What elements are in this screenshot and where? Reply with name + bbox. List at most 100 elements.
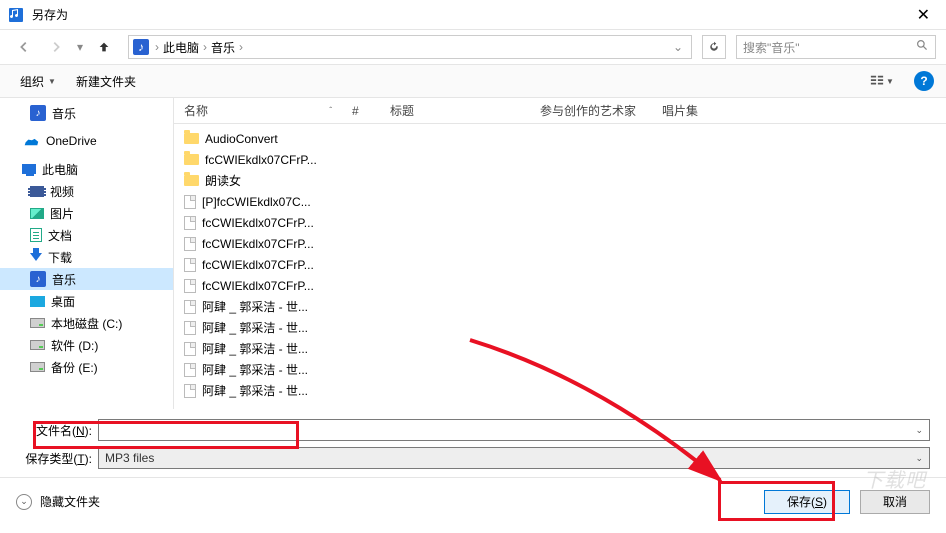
tree-label: 图片 [50, 205, 74, 222]
column-name-label: 名称 [184, 102, 208, 119]
music-icon [30, 105, 46, 121]
column-headers: 名称ˆ # 标题 参与创作的艺术家 唱片集 [174, 98, 946, 124]
tree-label: 备份 (E:) [51, 359, 98, 376]
file-row[interactable]: fcCWIEkdlx07CFrP... [174, 149, 946, 170]
filename-row: 文件名(N): ⌄ [16, 419, 930, 441]
address-bar[interactable]: ♪ › 此电脑 › 音乐 › ⌄ [128, 35, 692, 59]
file-row[interactable]: 阿肆 _ 郭采洁 - 世... [174, 359, 946, 380]
sidebar-item-disk-d[interactable]: 软件 (D:) [0, 334, 173, 356]
savetype-select[interactable]: MP3 files ⌄ [98, 447, 930, 469]
file-name: fcCWIEkdlx07CFrP... [202, 279, 314, 293]
folder-icon [184, 154, 199, 165]
video-icon [30, 186, 44, 197]
window-title: 另存为 [32, 6, 909, 23]
column-album[interactable]: 唱片集 [652, 102, 946, 119]
file-row[interactable]: fcCWIEkdlx07CFrP... [174, 275, 946, 296]
file-row[interactable]: AudioConvert [174, 128, 946, 149]
file-row[interactable]: [P]fcCWIEkdlx07C... [174, 191, 946, 212]
file-row[interactable]: 阿肆 _ 郭采洁 - 世... [174, 380, 946, 401]
toolbar: 组织 ▼ 新建文件夹 ▼ ? [0, 64, 946, 98]
savetype-row: 保存类型(T): MP3 files ⌄ [16, 447, 930, 469]
close-icon[interactable]: ✕ [909, 5, 938, 25]
file-row[interactable]: 阿肆 _ 郭采洁 - 世... [174, 317, 946, 338]
history-dropdown-icon[interactable]: ▾ [74, 33, 86, 61]
sidebar-item-this-pc[interactable]: 此电脑 [0, 158, 173, 180]
main-area: 音乐 OneDrive 此电脑 视频 图片 文档 下载 音乐 桌面 本地磁盘 (… [0, 98, 946, 409]
sidebar-item-downloads[interactable]: 下载 [0, 246, 173, 268]
app-icon [8, 7, 24, 23]
file-name: 阿肆 _ 郭采洁 - 世... [202, 298, 308, 315]
sidebar: 音乐 OneDrive 此电脑 视频 图片 文档 下载 音乐 桌面 本地磁盘 (… [0, 98, 173, 409]
refresh-button[interactable] [702, 35, 726, 59]
sidebar-item-pictures[interactable]: 图片 [0, 202, 173, 224]
file-name: 阿肆 _ 郭采洁 - 世... [202, 319, 308, 336]
sidebar-item-onedrive[interactable]: OneDrive [0, 130, 173, 152]
cancel-button[interactable]: 取消 [860, 490, 930, 514]
filename-label: 文件名(N): [16, 422, 98, 439]
sidebar-item-desktop[interactable]: 桌面 [0, 290, 173, 312]
nav-row: ▾ ♪ › 此电脑 › 音乐 › ⌄ 搜索"音乐" [0, 30, 946, 64]
file-name: fcCWIEkdlx07CFrP... [202, 258, 314, 272]
sidebar-item-videos[interactable]: 视频 [0, 180, 173, 202]
tree-label: 音乐 [52, 271, 76, 288]
up-button[interactable] [90, 33, 118, 61]
sidebar-item-documents[interactable]: 文档 [0, 224, 173, 246]
field-area: 文件名(N): ⌄ 保存类型(T): MP3 files ⌄ [0, 409, 946, 477]
sidebar-item-disk-c[interactable]: 本地磁盘 (C:) [0, 312, 173, 334]
save-button[interactable]: 保存(S) [764, 490, 850, 514]
file-name: [P]fcCWIEkdlx07C... [202, 195, 311, 209]
help-button[interactable]: ? [914, 71, 934, 91]
search-placeholder: 搜索"音乐" [743, 39, 800, 56]
column-number[interactable]: # [342, 104, 380, 118]
music-icon [30, 271, 46, 287]
file-icon [184, 384, 196, 398]
hide-folders-link[interactable]: 隐藏文件夹 [40, 493, 100, 510]
file-icon [184, 321, 196, 335]
disk-icon [30, 318, 45, 328]
desktop-icon [30, 296, 45, 307]
svg-text:♪: ♪ [138, 40, 144, 54]
disk-icon [30, 340, 45, 350]
sidebar-item-music-selected[interactable]: 音乐 [0, 268, 173, 290]
onedrive-icon [22, 134, 40, 148]
file-name: 朗读女 [205, 172, 241, 189]
breadcrumb-music[interactable]: 音乐 [209, 39, 237, 56]
file-area: 名称ˆ # 标题 参与创作的艺术家 唱片集 AudioConvertfcCWIE… [173, 98, 946, 409]
address-dropdown-icon[interactable]: ⌄ [669, 40, 687, 54]
expand-icon[interactable]: ⌄ [16, 494, 32, 510]
pictures-icon [30, 208, 44, 219]
tree-label: 视频 [50, 183, 74, 200]
tree-label: 下载 [48, 249, 72, 266]
file-row[interactable]: fcCWIEkdlx07CFrP... [174, 233, 946, 254]
tree-label: 桌面 [51, 293, 75, 310]
file-name: 阿肆 _ 郭采洁 - 世... [202, 340, 308, 357]
column-artist[interactable]: 参与创作的艺术家 [530, 102, 652, 119]
breadcrumb-sep: › [237, 40, 245, 54]
file-row[interactable]: fcCWIEkdlx07CFrP... [174, 212, 946, 233]
file-name: 阿肆 _ 郭采洁 - 世... [202, 382, 308, 399]
organize-button[interactable]: 组织 ▼ [12, 69, 64, 94]
tree-label: 软件 (D:) [51, 337, 98, 354]
savetype-label: 保存类型(T): [16, 450, 98, 467]
file-row[interactable]: fcCWIEkdlx07CFrP... [174, 254, 946, 275]
view-options-button[interactable]: ▼ [864, 70, 900, 92]
file-row[interactable]: 阿肆 _ 郭采洁 - 世... [174, 296, 946, 317]
back-button[interactable] [10, 33, 38, 61]
tree-label: 此电脑 [42, 161, 78, 178]
new-folder-label: 新建文件夹 [76, 73, 136, 90]
breadcrumb-pc[interactable]: 此电脑 [161, 39, 201, 56]
column-name[interactable]: 名称ˆ [174, 102, 342, 119]
sidebar-item-disk-e[interactable]: 备份 (E:) [0, 356, 173, 378]
new-folder-button[interactable]: 新建文件夹 [68, 69, 144, 94]
forward-button[interactable] [42, 33, 70, 61]
organize-label: 组织 [20, 73, 44, 90]
file-row[interactable]: 朗读女 [174, 170, 946, 191]
search-input[interactable]: 搜索"音乐" [736, 35, 936, 59]
file-list: AudioConvertfcCWIEkdlx07CFrP...朗读女[P]fcC… [174, 124, 946, 409]
sidebar-item-music[interactable]: 音乐 [0, 102, 173, 124]
column-title[interactable]: 标题 [380, 102, 530, 119]
file-icon [184, 300, 196, 314]
file-row[interactable]: 阿肆 _ 郭采洁 - 世... [174, 338, 946, 359]
filename-input[interactable]: ⌄ [98, 419, 930, 441]
file-icon [184, 216, 196, 230]
